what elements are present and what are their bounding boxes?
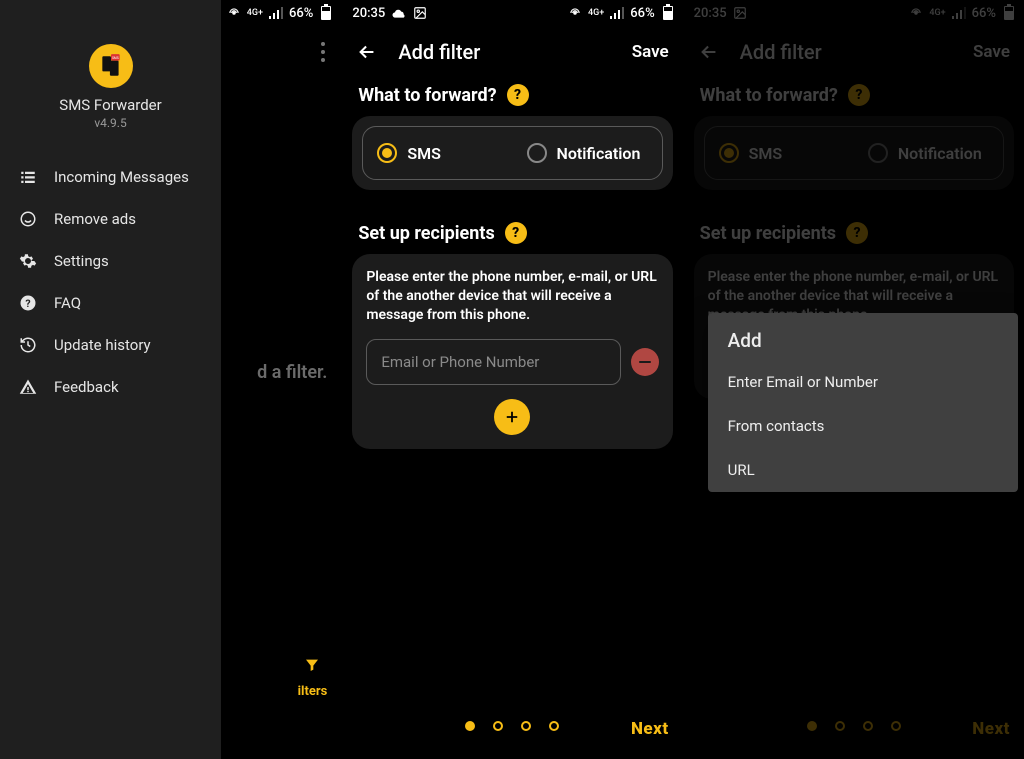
radio-icon <box>377 143 397 163</box>
radio-icon <box>527 143 547 163</box>
drawer-item-label: Feedback <box>54 378 119 396</box>
cloud-icon <box>391 7 407 19</box>
add-recipient-button[interactable] <box>494 399 530 435</box>
hotspot-icon <box>227 6 241 20</box>
status-time: 20:35 <box>352 6 385 21</box>
network-type-label: 4G+ <box>588 9 604 18</box>
screen-drawer: 20:35 4G+ 66% d a filter. <box>0 0 341 759</box>
radio-option-sms[interactable]: SMS <box>363 127 512 179</box>
dialog-option-contacts[interactable]: From contacts <box>708 404 1018 448</box>
help-icon[interactable]: ? <box>507 84 529 106</box>
dot-4[interactable] <box>549 721 559 731</box>
filters-tab[interactable]: ilters <box>298 657 328 699</box>
drawer-item-feedback[interactable]: Feedback <box>0 366 221 408</box>
history-icon <box>18 336 38 354</box>
image-indicator-icon <box>413 6 427 20</box>
drawer-item-history[interactable]: Update history <box>0 324 221 366</box>
svg-text:?: ? <box>25 297 30 310</box>
recipients-card: Please enter the phone number, e-mail, o… <box>352 254 672 449</box>
radio-label: SMS <box>407 144 441 163</box>
radio-option-notification[interactable]: Notification <box>513 127 662 179</box>
battery-label: 66% <box>630 6 654 21</box>
app-bar: Add filter Save <box>342 26 682 78</box>
drawer-item-settings[interactable]: Settings <box>0 240 221 282</box>
network-type-label: 4G+ <box>247 9 263 18</box>
svg-text:SMS: SMS <box>111 56 118 60</box>
dot-2[interactable] <box>493 721 503 731</box>
smile-icon <box>18 210 38 228</box>
input-placeholder: Email or Phone Number <box>381 353 539 371</box>
screen-title: Add filter <box>398 40 480 64</box>
dot-3[interactable] <box>521 721 531 731</box>
app-logo-icon: SMS <box>89 44 133 88</box>
section-heading-recipients: Set up recipients <box>358 223 494 244</box>
drawer-item-label: Settings <box>54 252 109 270</box>
battery-icon <box>321 6 331 20</box>
remove-recipient-button[interactable] <box>631 348 659 376</box>
drawer-item-label: Update history <box>54 336 151 354</box>
signal-icon <box>269 7 283 19</box>
recipient-input[interactable]: Email or Phone Number <box>366 339 620 385</box>
drawer-item-label: Incoming Messages <box>54 168 189 186</box>
gear-icon <box>18 252 38 270</box>
save-button[interactable]: Save <box>632 42 669 62</box>
navigation-drawer: SMS SMS Forwarder v4.9.5 Incoming Messag… <box>0 0 221 759</box>
recipients-hint: Please enter the phone number, e-mail, o… <box>366 268 658 325</box>
list-icon <box>18 168 38 186</box>
help-icon: ? <box>18 294 38 312</box>
drawer-version: v4.9.5 <box>0 116 221 130</box>
next-button[interactable]: Next <box>631 719 669 739</box>
drawer-item-incoming[interactable]: Incoming Messages <box>0 156 221 198</box>
dialog-option-url[interactable]: URL <box>708 448 1018 492</box>
forward-type-card: SMS Notification <box>352 116 672 190</box>
back-button[interactable] <box>356 41 378 63</box>
hotspot-icon <box>568 6 582 20</box>
dialog-title: Add <box>708 313 1018 360</box>
screen-add-popup: 20:35 4G+ 66% Add filter Save What to <box>683 0 1024 759</box>
status-bar: 20:35 4G+ 66% <box>342 0 682 26</box>
drawer-item-label: Remove ads <box>54 210 136 228</box>
drawer-item-faq[interactable]: ? FAQ <box>0 282 221 324</box>
page-indicator <box>465 721 559 731</box>
overflow-menu-icon[interactable] <box>321 42 325 62</box>
dialog-option-email[interactable]: Enter Email or Number <box>708 360 1018 404</box>
screen-add-filter: 20:35 4G+ 66% Add filter Save What to fo… <box>341 0 682 759</box>
section-heading-what: What to forward? <box>358 85 496 106</box>
drawer-item-label: FAQ <box>54 294 81 312</box>
filters-tab-label: ilters <box>298 684 328 699</box>
drawer-app-name: SMS Forwarder <box>0 96 221 114</box>
help-icon[interactable]: ? <box>505 222 527 244</box>
funnel-icon <box>298 657 328 678</box>
radio-label: Notification <box>557 144 641 163</box>
battery-icon <box>663 6 673 20</box>
dot-1[interactable] <box>465 721 475 731</box>
warning-icon <box>18 378 38 396</box>
drawer-item-removeads[interactable]: Remove ads <box>0 198 221 240</box>
signal-icon <box>610 7 624 19</box>
add-recipient-dialog: Add Enter Email or Number From contacts … <box>708 313 1018 492</box>
battery-label: 66% <box>289 6 313 21</box>
background-hint-text: d a filter. <box>257 362 327 383</box>
